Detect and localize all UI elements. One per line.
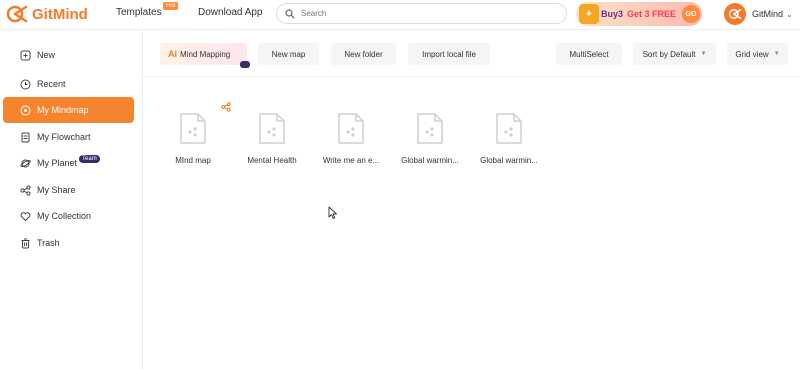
- sidebar-item-my-collection[interactable]: My Collection: [3, 203, 134, 229]
- gift-icon: ✦: [579, 4, 599, 24]
- ai-mind-mapping-button[interactable]: Ai Mind Mapping: [160, 43, 250, 68]
- mindmap-file-icon: [180, 113, 206, 144]
- sidebar-item-label: My Collection: [37, 211, 92, 221]
- sidebar-item-my-mindmap[interactable]: My Mindmap: [3, 97, 134, 123]
- team-badge: Team: [79, 155, 100, 163]
- sidebar-item-my-planet[interactable]: My Planet Team: [3, 150, 134, 176]
- mouse-cursor-icon: [328, 206, 337, 219]
- chevron-down-icon: ⌄: [786, 9, 793, 19]
- sidebar: New Recent My Mindmap My Flowchart My Pl…: [0, 30, 143, 369]
- promo-free-text: Get 3 FREE: [627, 9, 677, 19]
- trash-icon: [19, 237, 31, 249]
- caret-down-icon: ▼: [700, 51, 707, 57]
- sidebar-item-trash[interactable]: Trash: [3, 230, 134, 256]
- sidebar-item-label: Trash: [37, 238, 60, 248]
- file-name: MInd map: [175, 156, 211, 165]
- sidebar-item-new[interactable]: New: [3, 42, 134, 68]
- gitmind-logo[interactable]: GitMind: [6, 3, 88, 25]
- sidebar-item-label: My Mindmap: [37, 105, 89, 115]
- top-bar: GitMind Templates Hot Download App ✦ Buy…: [0, 0, 800, 30]
- caret-down-icon: ▼: [773, 51, 780, 57]
- mindmap-file-icon: [338, 113, 364, 144]
- sidebar-item-my-share[interactable]: My Share: [3, 177, 134, 203]
- view-label: Grid view: [735, 49, 769, 59]
- flowchart-icon: [19, 131, 31, 143]
- hot-badge: Hot: [163, 2, 179, 10]
- file-name: Write me an e...: [322, 156, 380, 165]
- promo-banner[interactable]: ✦ Buy3 Get 3 FREE GO: [576, 2, 702, 26]
- clock-icon: [19, 78, 31, 90]
- search-icon: [285, 8, 295, 19]
- file-name: Global warmin...: [480, 156, 538, 165]
- toolbar: Ai Mind Mapping New map New folder Impor…: [143, 30, 800, 77]
- mindmap-file-icon: [496, 113, 522, 144]
- sidebar-item-label: My Share: [37, 185, 76, 195]
- sidebar-item-label: My Planet: [37, 158, 78, 168]
- sidebar-item-label: Recent: [37, 79, 66, 89]
- sidebar-item-my-flowchart[interactable]: My Flowchart: [3, 124, 134, 150]
- new-icon: [19, 49, 31, 61]
- file-name: Mental Health: [247, 156, 297, 165]
- file-grid: MInd map Mental Health Write me an e... …: [143, 77, 800, 369]
- sort-dropdown[interactable]: Sort by Default ▼: [633, 43, 716, 65]
- account-name: GitMind: [752, 9, 784, 19]
- promo-buy-text: Buy3: [601, 9, 624, 19]
- planet-icon: [19, 157, 31, 169]
- gitmind-logo-icon: [6, 5, 28, 23]
- nav-download-app[interactable]: Download App: [198, 7, 263, 18]
- sidebar-item-recent[interactable]: Recent: [3, 71, 134, 97]
- mindmap-icon: [19, 104, 31, 116]
- mindmap-file-icon: [417, 113, 443, 144]
- search-box[interactable]: [276, 3, 567, 24]
- nav-templates[interactable]: Templates: [116, 7, 162, 18]
- promo-go-button[interactable]: GO: [682, 5, 700, 23]
- gitmind-avatar-icon: [728, 9, 742, 19]
- chat-bubble-icon: [240, 61, 250, 68]
- file-name: Global warmin...: [401, 156, 459, 165]
- import-local-file-button[interactable]: Import local file: [408, 43, 490, 65]
- search-input[interactable]: [301, 9, 541, 18]
- account-menu[interactable]: GitMind ⌄: [724, 3, 793, 25]
- new-folder-button[interactable]: New folder: [331, 43, 396, 65]
- sort-label: Sort by Default: [642, 49, 696, 59]
- avatar: [724, 3, 746, 25]
- mindmap-file-icon: [259, 113, 285, 144]
- sidebar-item-label: New: [37, 50, 56, 60]
- multiselect-button[interactable]: MultiSelect: [556, 43, 622, 65]
- ai-mind-mapping-label: Mind Mapping: [180, 49, 231, 59]
- sidebar-item-label: My Flowchart: [37, 132, 91, 142]
- heart-icon: [19, 210, 31, 222]
- ai-mark: Ai: [168, 49, 177, 59]
- new-map-button[interactable]: New map: [258, 43, 319, 65]
- view-dropdown[interactable]: Grid view ▼: [727, 43, 788, 65]
- share-icon: [19, 184, 31, 196]
- logo-text: GitMind: [32, 5, 88, 23]
- shared-icon: [221, 102, 231, 112]
